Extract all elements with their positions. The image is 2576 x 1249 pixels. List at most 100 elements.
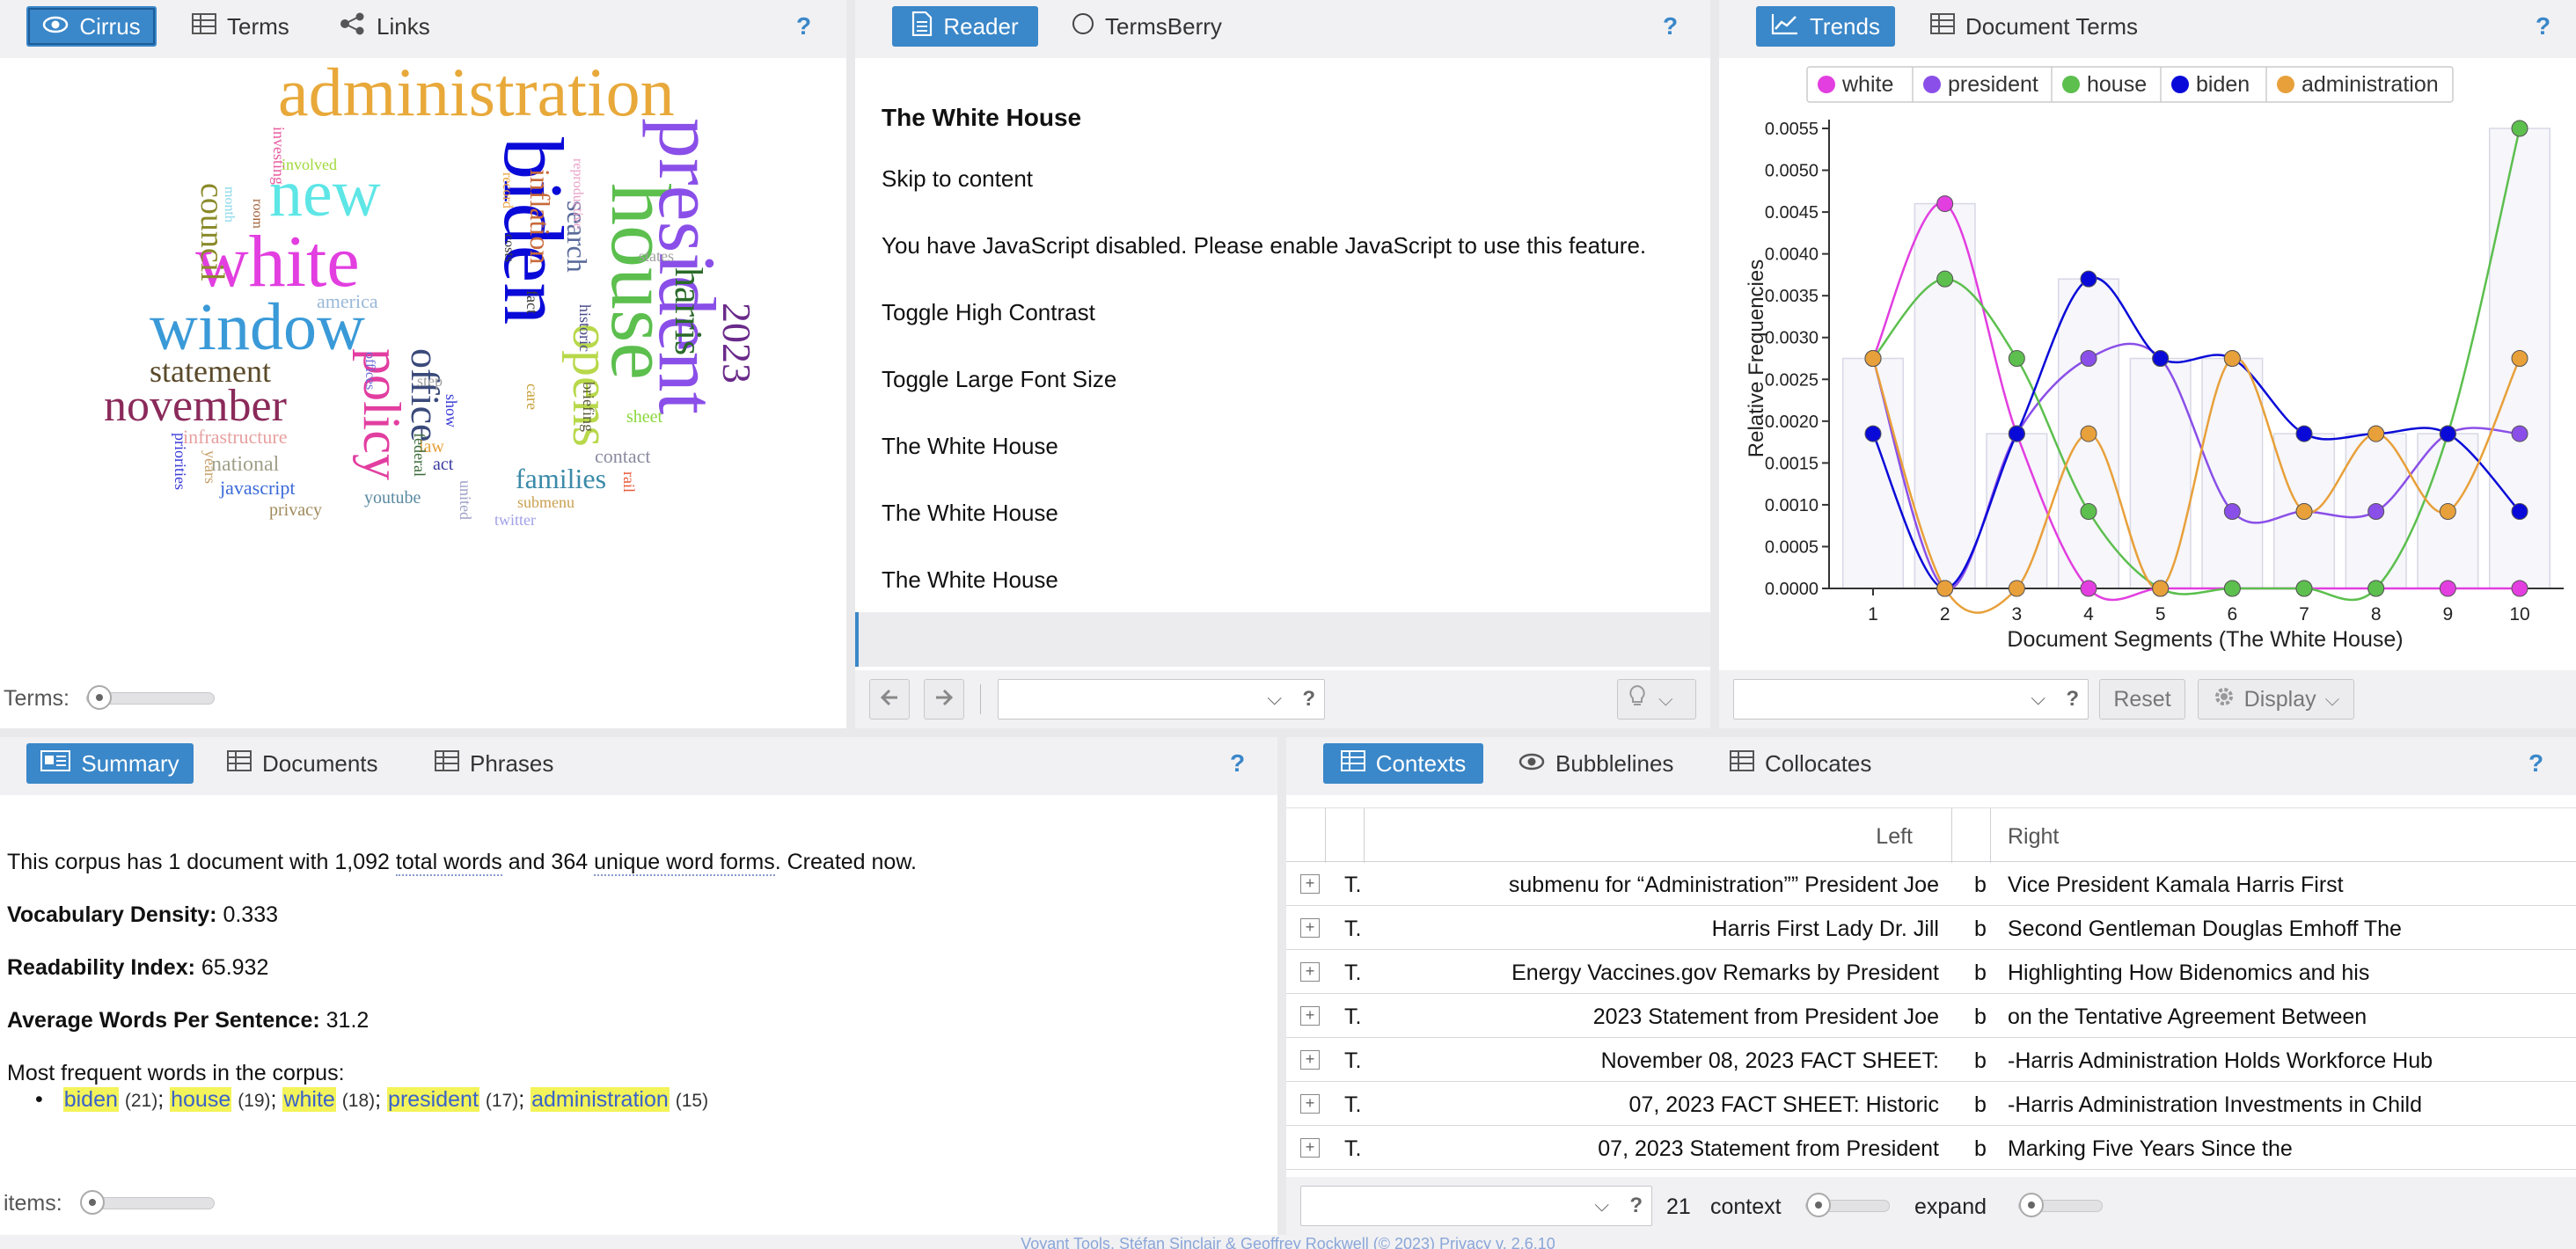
help-icon[interactable]: ? <box>1302 687 1315 712</box>
slider-handle[interactable] <box>1806 1193 1831 1217</box>
cloud-word[interactable]: november <box>104 383 287 429</box>
frequent-word[interactable]: white <box>282 1087 336 1112</box>
cloud-word[interactable]: inflation <box>524 169 556 264</box>
column-divider[interactable] <box>1990 808 1991 863</box>
cloud-word[interactable]: states <box>639 248 674 264</box>
cloud-word[interactable]: youtube <box>364 489 421 507</box>
reader-document-strip[interactable] <box>855 612 1710 667</box>
column-header-left[interactable]: Left <box>1876 824 1913 850</box>
table-row[interactable]: + T. submenu for “Administration”” Presi… <box>1286 862 2576 906</box>
cloud-word[interactable]: america <box>317 292 378 311</box>
cloud-word[interactable]: contact <box>595 447 651 466</box>
tab-terms[interactable]: Terms <box>179 6 302 47</box>
cloud-word[interactable]: record <box>500 172 515 208</box>
next-button[interactable] <box>924 679 964 719</box>
reset-button[interactable]: Reset <box>2099 679 2185 719</box>
display-button[interactable]: Display ⌵ <box>2198 679 2354 719</box>
cloud-word[interactable]: federal <box>411 433 428 477</box>
cloud-word[interactable]: step <box>417 373 443 389</box>
items-slider[interactable] <box>80 1190 215 1215</box>
frequent-word[interactable]: president <box>387 1087 479 1112</box>
cloud-word[interactable]: investing <box>270 127 288 185</box>
column-header-right[interactable]: Right <box>2008 824 2059 850</box>
cloud-word[interactable]: month <box>222 186 237 223</box>
table-row[interactable]: + T. 2023 Statement from President Joe b… <box>1286 994 2576 1038</box>
cloud-word[interactable]: involved <box>282 157 337 172</box>
cloud-word[interactable]: administration <box>278 58 675 127</box>
cloud-word[interactable]: national <box>211 454 279 475</box>
cloud-word[interactable]: rail <box>620 471 638 493</box>
panel-divider[interactable] <box>1710 0 1719 728</box>
table-row[interactable]: + T. Harris First Lady Dr. Jill b Second… <box>1286 906 2576 950</box>
slider-handle[interactable] <box>87 685 112 710</box>
cloud-word[interactable]: families <box>516 464 606 493</box>
tab-termsberry[interactable]: TermsBerry <box>1059 6 1234 47</box>
tab-trends[interactable]: Trends <box>1756 6 1895 47</box>
cloud-word[interactable]: act <box>433 456 453 473</box>
expand-row-icon[interactable]: + <box>1300 918 1320 938</box>
tab-cirrus[interactable]: Cirrus <box>26 6 157 47</box>
panel-divider[interactable] <box>846 0 855 728</box>
frequent-word[interactable]: administration <box>531 1087 670 1112</box>
cloud-word[interactable]: historic <box>576 304 594 352</box>
expand-row-icon[interactable]: + <box>1300 1050 1320 1070</box>
term-select[interactable]: ⌵ ? <box>1733 679 2089 719</box>
table-row[interactable]: + T. 07, 2023 FACT SHEET: Historic b -Ha… <box>1286 1082 2576 1126</box>
cloud-word[interactable]: offices <box>362 352 377 390</box>
expand-row-icon[interactable]: + <box>1300 1006 1320 1026</box>
column-divider[interactable] <box>1951 808 1952 863</box>
context-document-select[interactable]: ⌵ ? <box>1300 1186 1652 1226</box>
terms-slider[interactable] <box>86 685 215 710</box>
tab-contexts[interactable]: Contexts <box>1323 743 1483 784</box>
tab-bubblelines[interactable]: Bubblelines <box>1506 743 1686 784</box>
table-row[interactable]: + T. November 08, 2023 FACT SHEET: b -Ha… <box>1286 1038 2576 1082</box>
cloud-word[interactable]: reproductive <box>570 158 585 230</box>
frequent-word[interactable]: biden <box>62 1087 119 1112</box>
cloud-word[interactable]: years <box>201 450 219 484</box>
expand-row-icon[interactable]: + <box>1300 1094 1320 1114</box>
panel-divider[interactable] <box>0 728 2576 737</box>
cloud-word[interactable]: infrastructure <box>183 427 288 447</box>
cloud-word[interactable]: united <box>457 480 474 520</box>
help-icon[interactable]: ? <box>2528 749 2543 778</box>
cloud-word[interactable]: statement <box>150 355 271 387</box>
cloud-word[interactable]: room <box>250 199 265 229</box>
document-select[interactable]: ⌵ ? <box>998 679 1325 719</box>
cloud-word[interactable]: privacy <box>269 501 322 519</box>
options-button[interactable]: ⌵ <box>1617 679 1696 719</box>
help-icon[interactable]: ? <box>1230 749 1245 778</box>
tab-phrases[interactable]: Phrases <box>422 743 566 784</box>
expand-row-icon[interactable]: + <box>1300 962 1320 982</box>
table-row[interactable]: + T. 07, 2023 Statement from President b… <box>1286 1126 2576 1170</box>
cloud-word[interactable]: briefing <box>580 382 597 432</box>
help-icon[interactable]: ? <box>796 12 811 40</box>
unique-words-link[interactable]: unique word forms <box>594 850 775 876</box>
cloud-word[interactable]: costs <box>501 234 516 262</box>
cloud-word[interactable]: sheet <box>626 408 662 426</box>
help-icon[interactable]: ? <box>2066 687 2079 712</box>
cloud-word[interactable]: office <box>403 348 448 442</box>
tab-collocates[interactable]: Collocates <box>1717 743 1884 784</box>
slider-handle[interactable] <box>2019 1193 2044 1217</box>
tab-summary[interactable]: Summary <box>26 743 194 784</box>
tab-links[interactable]: Links <box>327 6 443 47</box>
column-divider[interactable] <box>1364 808 1365 863</box>
cloud-word[interactable]: fact <box>523 290 541 314</box>
total-words-link[interactable]: total words <box>395 850 502 876</box>
help-icon[interactable]: ? <box>1629 1194 1643 1218</box>
tab-documents[interactable]: Documents <box>215 743 391 784</box>
tab-reader[interactable]: Reader <box>892 6 1038 47</box>
cloud-word[interactable]: 2023 <box>714 303 759 383</box>
cloud-word[interactable]: harris <box>667 267 710 355</box>
help-icon[interactable]: ? <box>1663 12 1678 40</box>
table-row[interactable]: + T. Energy Vaccines.gov Remarks by Pres… <box>1286 950 2576 994</box>
column-divider[interactable] <box>1325 808 1326 863</box>
expand-row-icon[interactable]: + <box>1300 874 1320 894</box>
cloud-word[interactable]: show <box>443 394 460 427</box>
cloud-word[interactable]: javascript <box>220 478 296 498</box>
cloud-word[interactable]: care <box>523 383 541 410</box>
context-slider[interactable] <box>1805 1193 1890 1217</box>
expand-slider[interactable] <box>2018 1193 2103 1217</box>
previous-button[interactable] <box>869 679 910 719</box>
footer-text[interactable]: Voyant Tools, Stéfan Sinclair & Geoffrey… <box>1021 1235 1555 1249</box>
